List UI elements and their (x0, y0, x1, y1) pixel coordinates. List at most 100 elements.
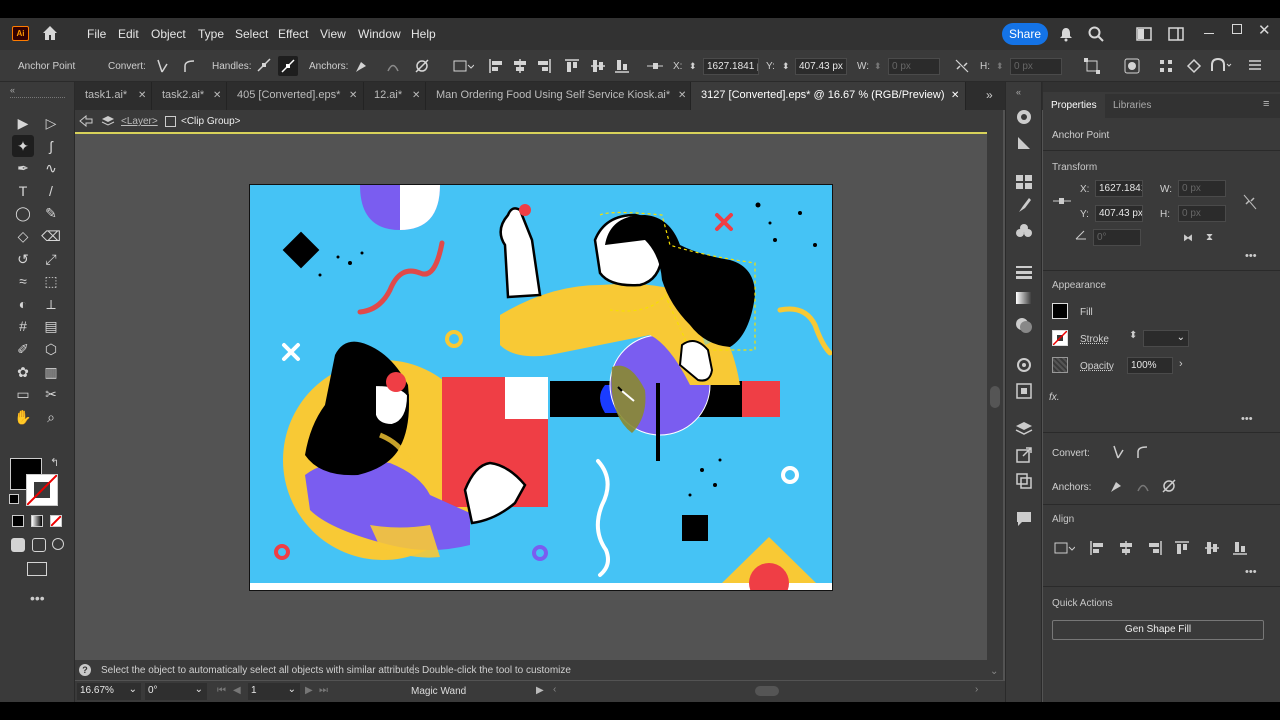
share-button[interactable]: Share (1002, 23, 1048, 45)
symbol-sprayer-tool-icon[interactable]: ✿ (12, 361, 34, 383)
remove-anchor-icon[interactable] (354, 58, 370, 77)
remove-anchor-icon[interactable] (1109, 478, 1125, 497)
type-tool-icon[interactable]: T (12, 180, 34, 202)
more-options-icon[interactable]: ••• (1241, 413, 1253, 425)
lasso-tool-icon[interactable]: ʃ (40, 135, 62, 157)
opacity-arrow-icon[interactable]: › (1179, 358, 1183, 370)
control-w-field[interactable]: 0 px (888, 58, 940, 75)
minimize-icon[interactable] (1204, 24, 1214, 34)
free-transform-tool-icon[interactable]: ⬚ (40, 270, 62, 292)
back-arrow-icon[interactable] (79, 114, 93, 130)
scroll-left-icon[interactable]: ‹ (553, 684, 556, 695)
tab-libraries[interactable]: Libraries (1105, 94, 1167, 118)
default-fill-stroke-icon[interactable] (9, 494, 19, 504)
tab-405-converted[interactable]: 405 [Converted].eps* ✕ (227, 82, 364, 110)
menu-select[interactable]: Select (235, 27, 268, 41)
scroll-right-icon[interactable]: › (975, 684, 978, 695)
control-x-field[interactable]: 1627.1841 p (703, 58, 759, 75)
align-left-icon[interactable] (488, 58, 504, 77)
transparency-icon[interactable] (1015, 316, 1033, 337)
swatches-icon[interactable] (1015, 174, 1033, 193)
envelope-icon[interactable] (1210, 57, 1232, 76)
menu-view[interactable]: View (320, 27, 346, 41)
control-h-field[interactable]: 0 px (1010, 58, 1062, 75)
screen-mode-icon[interactable] (27, 562, 47, 576)
artboard-field[interactable]: 1 ⌄ (248, 683, 300, 700)
tab-man-ordering-food[interactable]: Man Ordering Food Using Self Service Kio… (426, 82, 691, 110)
more-tabs-icon[interactable]: » (986, 88, 993, 102)
mesh-tool-icon[interactable]: # (12, 315, 34, 337)
line-tool-icon[interactable]: / (40, 180, 62, 202)
fill-color-swatch[interactable] (1052, 303, 1068, 319)
workspace-icon[interactable] (1168, 27, 1184, 44)
color-mode-icon[interactable] (12, 515, 24, 527)
curvature-tool-icon[interactable]: ∿ (40, 157, 62, 179)
fx-button[interactable]: fx. (1049, 392, 1060, 403)
breadcrumb-group[interactable]: <Clip Group> (181, 116, 240, 127)
prev-artboard-icon[interactable]: ◀ (233, 685, 241, 696)
transform-x-field[interactable]: 1627.1841 (1095, 180, 1143, 197)
perspective-grid-tool-icon[interactable]: ⟂ (40, 293, 62, 315)
reference-point-icon[interactable] (646, 58, 664, 77)
tab-task2[interactable]: task2.ai* ✕ (152, 82, 227, 110)
arrange-documents-icon[interactable] (1136, 27, 1152, 44)
tab-task1[interactable]: task1.ai* ✕ (75, 82, 152, 110)
recolor-icon[interactable] (1122, 56, 1142, 79)
convert-smooth-icon[interactable] (1135, 444, 1149, 463)
paintbrush-tool-icon[interactable]: ✎ (40, 202, 62, 224)
opacity-field[interactable]: 100% (1127, 357, 1173, 374)
artboard[interactable] (249, 184, 833, 603)
breadcrumb-layer[interactable]: <Layer> (121, 116, 158, 127)
menu-file[interactable]: File (87, 27, 106, 41)
menu-effect[interactable]: Effect (278, 27, 308, 41)
bell-icon[interactable] (1058, 26, 1074, 45)
cut-path-icon[interactable] (414, 58, 430, 77)
brushes-icon[interactable] (1015, 196, 1033, 217)
w-stepper-icon[interactable]: ⬍ (874, 59, 882, 73)
connect-anchors-icon[interactable] (385, 58, 401, 77)
panel-menu-icon[interactable]: ≡ (1263, 98, 1269, 110)
artwork[interactable] (250, 185, 833, 603)
menu-object[interactable]: Object (151, 27, 186, 41)
constrain-proportions-icon[interactable] (954, 58, 970, 77)
first-artboard-icon[interactable]: ⏮ (217, 685, 226, 696)
current-tool-name[interactable]: Magic Wand (411, 686, 466, 697)
last-artboard-icon[interactable]: ⏭ (319, 685, 328, 696)
align-right-icon[interactable] (1147, 540, 1163, 559)
select-similar-icon[interactable] (1158, 58, 1176, 77)
gradient-panel-icon[interactable] (1015, 290, 1033, 309)
convert-smooth-icon[interactable] (182, 58, 196, 77)
edit-toolbar-icon[interactable]: ••• (30, 590, 45, 606)
transform-icon[interactable] (1083, 57, 1101, 78)
align-left-icon[interactable] (1089, 540, 1105, 559)
ellipse-tool-icon[interactable]: ◯ (12, 202, 34, 224)
scroll-down-icon[interactable]: ⌄ (990, 666, 998, 677)
chevron-down-icon[interactable]: ⌄ (288, 684, 296, 695)
color-panel-icon[interactable] (1015, 108, 1033, 129)
chevron-down-icon[interactable]: ⌄ (129, 684, 137, 695)
menu-type[interactable]: Type (198, 27, 224, 41)
vertical-scroll-thumb[interactable] (990, 386, 1000, 408)
selection-tool-icon[interactable]: ▶ (12, 112, 34, 134)
symbols-icon[interactable] (1015, 222, 1033, 243)
connect-anchors-icon[interactable] (1135, 478, 1151, 497)
align-hcenter-icon[interactable] (512, 58, 528, 77)
zoom-tool-icon[interactable]: ⌕ (40, 406, 62, 428)
eraser-tool-icon[interactable]: ⌫ (40, 225, 62, 247)
align-top-icon[interactable] (1174, 540, 1190, 559)
artboards-panel-icon[interactable] (1015, 472, 1033, 493)
zoom-field[interactable]: 16.67% ⌄ (77, 683, 141, 700)
stroke-label[interactable]: Stroke (1080, 334, 1109, 345)
close-tab-icon[interactable]: ✕ (412, 90, 420, 101)
chevron-down-icon[interactable]: ⌄ (195, 684, 203, 695)
tab-12[interactable]: 12.ai* ✕ (364, 82, 426, 110)
tab-properties[interactable]: Properties (1043, 94, 1105, 118)
isolate-icon[interactable] (1186, 58, 1202, 77)
draw-inside-icon[interactable] (52, 538, 64, 550)
stroke-swatch[interactable] (26, 474, 58, 506)
align-to-icon[interactable] (1053, 540, 1076, 559)
h-stepper-icon[interactable]: ⬍ (996, 59, 1004, 73)
close-tab-icon[interactable]: ✕ (349, 90, 357, 101)
swap-fill-stroke-icon[interactable]: ↰ (50, 456, 59, 469)
flip-vertical-icon[interactable]: ⧗ (1206, 232, 1213, 243)
